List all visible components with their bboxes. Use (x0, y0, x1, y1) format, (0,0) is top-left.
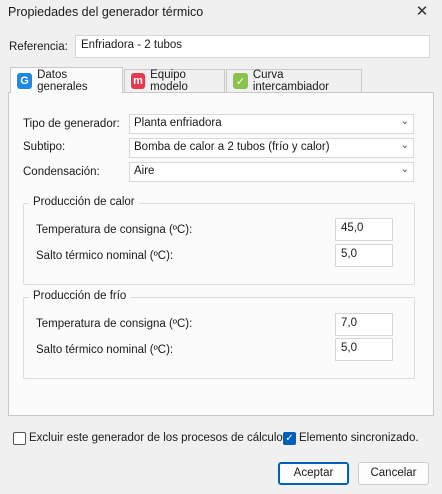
tab-datos-generales[interactable]: G Datos generales (10, 67, 123, 93)
window-title: Propiedades del generador térmico (8, 5, 204, 19)
g-icon: G (17, 72, 33, 89)
accept-button[interactable]: Aceptar (278, 462, 349, 485)
m-icon: m (131, 73, 146, 89)
tipo-generador-value: Planta enfriadora (134, 117, 222, 129)
tab-label: Curva intercambiador (252, 69, 329, 93)
tab-curva-intercambiador[interactable]: ✓ Curva intercambiador (226, 69, 362, 93)
close-icon[interactable]: ✕ (402, 0, 442, 28)
excluir-checkbox[interactable] (13, 432, 26, 445)
curve-icon: ✓ (233, 73, 248, 89)
chevron-down-icon: ⌄ (400, 116, 409, 127)
produccion-frio-title: Producción de frío (29, 290, 131, 302)
subtipo-value: Bomba de calor a 2 tubos (frío y calor) (134, 141, 330, 153)
referencia-input[interactable]: Enfriadora - 2 tubos (75, 35, 430, 58)
frio-consigna-input[interactable]: 7,0 (335, 313, 393, 336)
tab-label: Datos generales (37, 68, 88, 93)
chevron-down-icon: ⌄ (400, 164, 409, 175)
produccion-calor-title: Producción de calor (29, 196, 139, 208)
calor-consigna-input[interactable]: 45,0 (335, 218, 393, 241)
tab-equipo-modelo[interactable]: m Equipo modelo (124, 69, 225, 93)
calor-salto-input[interactable]: 5,0 (335, 244, 393, 267)
condensacion-value: Aire (134, 165, 155, 177)
title-bar: Propiedades del generador térmico ✕ (0, 0, 442, 28)
calor-consigna-label: Temperatura de consigna (ºC): (36, 224, 193, 236)
referencia-label: Referencia: (9, 41, 68, 53)
subtipo-label: Subtipo: (23, 141, 66, 153)
cancel-button[interactable]: Cancelar (358, 462, 429, 485)
subtipo-select[interactable]: Bomba de calor a 2 tubos (frío y calor) … (129, 138, 414, 158)
calor-salto-label: Salto térmico nominal (ºC): (36, 250, 174, 262)
sincronizado-label: Elemento sincronizado. (299, 432, 419, 444)
tipo-generador-label: Tipo de generador: (23, 118, 120, 130)
chevron-down-icon: ⌄ (400, 140, 409, 151)
frio-salto-label: Salto térmico nominal (ºC): (36, 344, 174, 356)
frio-salto-input[interactable]: 5,0 (335, 338, 393, 361)
condensacion-label: Condensación: (23, 166, 100, 178)
condensacion-select[interactable]: Aire ⌄ (129, 162, 414, 182)
frio-consigna-label: Temperatura de consigna (ºC): (36, 318, 193, 330)
excluir-label: Excluir este generador de los procesos d… (29, 432, 286, 444)
tab-label: Equipo modelo (150, 69, 188, 93)
tipo-generador-select[interactable]: Planta enfriadora ⌄ (129, 114, 414, 134)
sincronizado-checkbox[interactable]: ✓ (283, 432, 296, 445)
checkmark-icon: ✓ (285, 433, 294, 444)
